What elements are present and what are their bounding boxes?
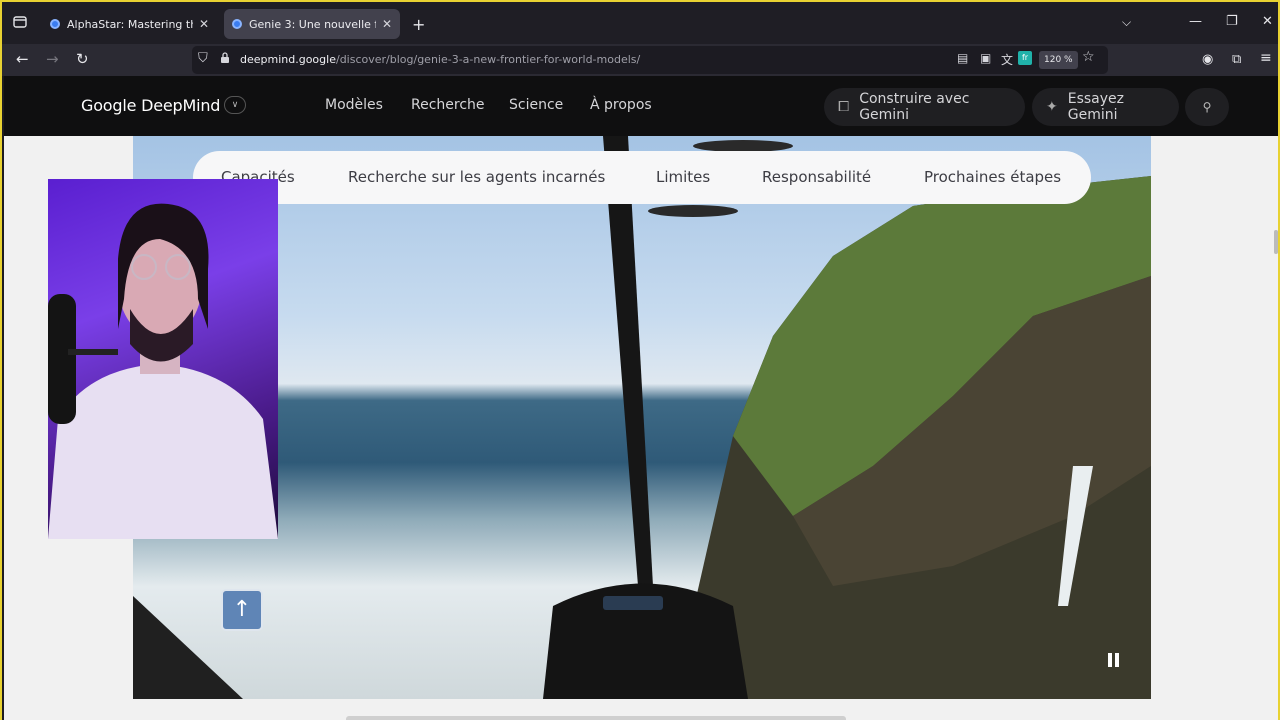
tab-title: AlphaStar: Mastering the real-tim <box>67 17 193 31</box>
external-build-icon: ⧠ <box>838 99 850 115</box>
search-icon: ⚲ <box>1202 100 1212 114</box>
tab-close-icon[interactable]: ✕ <box>382 17 392 31</box>
screen-frame: AlphaStar: Mastering the real-tim ✕ Geni… <box>0 0 1280 720</box>
bookmark-star-icon[interactable]: ☆ <box>1082 49 1095 65</box>
gemini-sparkle-icon: ✦ <box>1046 99 1058 115</box>
try-label: Essayez Gemini <box>1067 91 1124 123</box>
forward-icon[interactable]: → <box>46 50 59 68</box>
shield-icon[interactable]: ⛉ <box>198 51 208 66</box>
lock-icon[interactable] <box>220 52 230 64</box>
section-nav: Capacités Recherche sur les agents incar… <box>193 151 1091 204</box>
close-window-icon[interactable]: ✕ <box>1262 14 1273 29</box>
zoom-level[interactable]: 120 % <box>1039 51 1078 69</box>
deepmind-favicon-icon <box>232 19 242 29</box>
tab-title: Genie 3: Une nouvelle frontière p <box>249 17 376 31</box>
site-logo[interactable]: Google DeepMind <box>81 96 220 115</box>
scroll-to-top-button[interactable]: ↑ <box>221 589 263 631</box>
pause-icon <box>1108 653 1112 667</box>
picture-icon[interactable]: ▣ <box>980 51 991 65</box>
try-gemini-button[interactable]: ✦ Essayez Gemini <box>1032 88 1179 126</box>
maximize-icon[interactable]: ❐ <box>1226 14 1238 29</box>
list-all-tabs-chevron-icon[interactable]: ⌵ <box>1122 15 1131 30</box>
article-text-line <box>346 716 846 720</box>
build-with-gemini-button[interactable]: ⧠ Construire avec Gemini <box>824 88 1025 126</box>
section-agents[interactable]: Recherche sur les agents incarnés <box>348 168 605 186</box>
url-host: deepmind.google <box>240 53 336 66</box>
extensions-icon[interactable]: ⧉ <box>1232 52 1241 67</box>
nav-models[interactable]: Modèles <box>325 97 383 113</box>
new-tab-icon[interactable]: + <box>412 15 425 34</box>
menu-icon[interactable]: ≡ <box>1260 50 1272 66</box>
browser-nav-bar: ← → ↻ ⛉ deepmind.google/discover/blog/ge… <box>2 44 1278 76</box>
webcam-overlay <box>48 179 278 539</box>
web-page: Google DeepMind ∨ Modèles Recherche Scie… <box>4 76 1278 720</box>
section-responsabilite[interactable]: Responsabilité <box>762 168 871 186</box>
streamer-webcam-image <box>48 203 278 539</box>
section-limites[interactable]: Limites <box>656 168 710 186</box>
reader-view-icon[interactable]: ▤ <box>957 51 968 65</box>
logo-chevron-down-icon[interactable]: ∨ <box>224 96 246 114</box>
section-prochaines-etapes[interactable]: Prochaines étapes <box>924 168 1061 186</box>
minimize-icon[interactable]: — <box>1189 14 1202 29</box>
reload-icon[interactable]: ↻ <box>76 50 89 68</box>
hero-video[interactable] <box>133 136 1151 699</box>
url-bar[interactable]: ⛉ deepmind.google/discover/blog/genie-3-… <box>192 46 1108 74</box>
url-text[interactable]: deepmind.google/discover/blog/genie-3-a-… <box>240 53 640 66</box>
account-icon[interactable]: ◉ <box>1202 52 1213 67</box>
back-icon[interactable]: ← <box>16 50 29 68</box>
tab-list-icon[interactable] <box>12 14 30 32</box>
arrow-up-icon: ↑ <box>232 597 252 622</box>
nav-science[interactable]: Science <box>509 97 563 113</box>
build-label: Construire avec Gemini <box>859 91 970 123</box>
tab-genie3[interactable]: Genie 3: Une nouvelle frontière p ✕ <box>224 9 400 39</box>
deepmind-favicon-icon <box>50 19 60 29</box>
nav-about[interactable]: À propos <box>590 97 652 113</box>
site-search-button[interactable]: ⚲ <box>1185 88 1229 126</box>
pause-icon <box>1115 653 1119 667</box>
url-path: /discover/blog/genie-3-a-new-frontier-fo… <box>335 53 641 66</box>
browser-tab-bar: AlphaStar: Mastering the real-tim ✕ Geni… <box>2 2 1278 44</box>
translate-icon[interactable]: 文 <box>1001 51 1013 68</box>
page-scrollbar[interactable] <box>1274 230 1278 254</box>
tab-close-icon[interactable]: ✕ <box>199 17 209 31</box>
helicopter-cliff-scene <box>133 136 1151 699</box>
tab-alphastar[interactable]: AlphaStar: Mastering the real-tim ✕ <box>42 9 217 39</box>
translate-language-badge[interactable]: fr <box>1018 51 1032 65</box>
site-header: Google DeepMind ∨ Modèles Recherche Scie… <box>4 76 1278 136</box>
nav-research[interactable]: Recherche <box>411 97 485 113</box>
video-pause-button[interactable] <box>1104 650 1124 670</box>
